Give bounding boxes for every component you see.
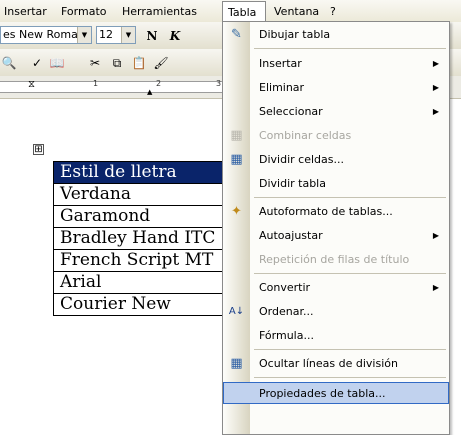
font-name-value: es New Roman xyxy=(3,28,85,41)
print-preview-icon[interactable]: 🔍 xyxy=(0,54,18,72)
menu-tabla[interactable]: Tabla xyxy=(222,1,266,22)
cut-icon[interactable]: ✂ xyxy=(86,54,104,72)
chevron-down-icon[interactable]: ▼ xyxy=(121,27,135,43)
menu-item-label: Repetición de filas de título xyxy=(259,253,410,266)
format-painter-icon[interactable]: 🖌 xyxy=(152,54,170,72)
submenu-arrow-icon: ▶ xyxy=(432,231,439,240)
ruler-tick: 2 xyxy=(156,79,162,88)
menu-item-propiedades-tabla[interactable]: Propiedades de tabla... xyxy=(223,382,449,404)
menu-item-autoajustar[interactable]: Autoajustar ▶ xyxy=(223,225,449,247)
menu-item-label: Ordenar... xyxy=(259,305,314,318)
menu-help[interactable]: ? xyxy=(330,4,336,19)
font-size-value: 12 xyxy=(99,28,113,41)
menu-item-combinar-celdas: ▦ Combinar celdas xyxy=(223,125,449,147)
menu-item-insertar[interactable]: Insertar ▶ xyxy=(223,53,449,75)
menu-item-ordenar[interactable]: A↓ Ordenar... xyxy=(223,301,449,323)
sort-icon: A↓ xyxy=(228,306,245,317)
menu-item-ocultar-lineas[interactable]: ▦ Ocultar líneas de división xyxy=(223,353,449,375)
tab-stop-icon[interactable]: ▲ xyxy=(147,88,152,96)
menu-item-dividir-celdas[interactable]: ▦ Dividir celdas... xyxy=(223,149,449,171)
menu-item-label: Eliminar xyxy=(259,81,305,94)
menu-item-formula[interactable]: Fórmula... xyxy=(223,325,449,347)
hide-gridlines-icon: ▦ xyxy=(230,356,243,371)
menu-item-label: Dividir celdas... xyxy=(259,153,344,166)
submenu-arrow-icon: ▶ xyxy=(432,107,439,116)
font-name-combo[interactable]: es New Roman ▼ xyxy=(0,26,92,44)
menu-item-autoformato[interactable]: ✦ Autoformato de tablas... xyxy=(223,201,449,223)
ruler-tick: 1 xyxy=(93,79,99,88)
menu-separator xyxy=(254,377,446,378)
autoformat-icon: ✦ xyxy=(231,204,242,219)
paste-icon[interactable]: 📋 xyxy=(130,54,148,72)
submenu-arrow-icon: ▶ xyxy=(432,83,439,92)
menu-item-label: Dividir tabla xyxy=(259,177,326,190)
menu-insertar[interactable]: Insertar xyxy=(4,4,47,19)
merge-cells-icon: ▦ xyxy=(230,128,243,143)
menu-item-repeticion-filas: Repetición de filas de título xyxy=(223,249,449,271)
menu-formato[interactable]: Formato xyxy=(61,4,107,19)
menu-item-label: Ocultar líneas de división xyxy=(259,357,398,370)
menu-item-label: Propiedades de tabla... xyxy=(259,387,386,400)
chevron-down-icon[interactable]: ▼ xyxy=(77,27,91,43)
research-icon[interactable]: 📖 xyxy=(48,54,66,72)
menu-item-label: Convertir xyxy=(259,281,311,294)
copy-icon[interactable]: ⧉ xyxy=(108,54,126,72)
menu-separator xyxy=(254,273,446,274)
menu-item-seleccionar[interactable]: Seleccionar ▶ xyxy=(223,101,449,123)
menu-herramientas[interactable]: Herramientas xyxy=(122,4,197,19)
menu-item-label: Insertar xyxy=(259,57,302,70)
tabla-dropdown-menu: ✎ Dibujar tabla Insertar ▶ Eliminar ▶ Se… xyxy=(222,21,450,435)
table-move-handle[interactable]: ⊞ xyxy=(33,144,44,155)
font-size-combo[interactable]: 12 ▼ xyxy=(96,26,136,44)
submenu-arrow-icon: ▶ xyxy=(432,59,439,68)
spelling-icon[interactable]: ✓ xyxy=(28,54,46,72)
menu-item-label: Dibujar tabla xyxy=(259,28,331,41)
menu-bar: Insertar Formato Herramientas Tabla Vent… xyxy=(0,0,461,23)
ruler-tick: 3 xyxy=(216,79,222,88)
split-cells-icon: ▦ xyxy=(230,152,243,167)
menu-item-label: Fórmula... xyxy=(259,329,314,342)
indent-marker-icon[interactable]: ⧖ xyxy=(28,79,35,90)
menu-item-eliminar[interactable]: Eliminar ▶ xyxy=(223,77,449,99)
menu-item-convertir[interactable]: Convertir ▶ xyxy=(223,277,449,299)
bold-button[interactable]: N xyxy=(143,27,161,45)
menu-item-label: Autoajustar xyxy=(259,229,323,242)
menu-item-label: Autoformato de tablas... xyxy=(259,205,393,218)
menu-item-label: Combinar celdas xyxy=(259,129,352,142)
draw-table-icon: ✎ xyxy=(231,27,242,42)
menu-item-dividir-tabla[interactable]: Dividir tabla xyxy=(223,173,449,195)
menu-item-label: Seleccionar xyxy=(259,105,323,118)
menu-separator xyxy=(254,197,446,198)
submenu-arrow-icon: ▶ xyxy=(432,283,439,292)
menu-ventana[interactable]: Ventana xyxy=(274,4,319,19)
menu-separator xyxy=(254,48,446,49)
italic-button[interactable]: K xyxy=(166,27,184,45)
menu-separator xyxy=(254,349,446,350)
menu-item-dibujar-tabla[interactable]: ✎ Dibujar tabla xyxy=(223,24,449,46)
